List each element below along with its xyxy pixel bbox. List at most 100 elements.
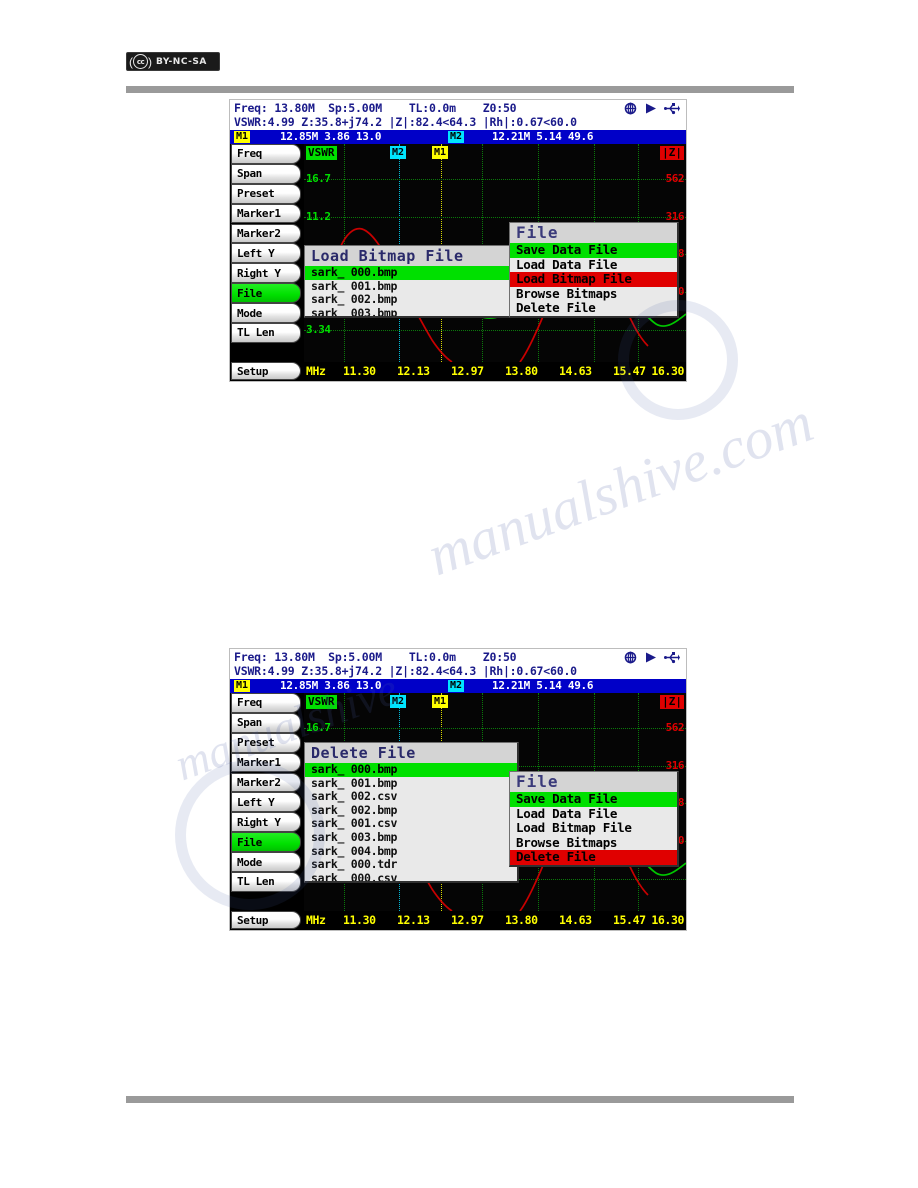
status-icon-group	[624, 651, 680, 664]
softkey-mode[interactable]: Mode	[231, 852, 301, 872]
creative-commons-badge: ( cc ) BY-NC-SA	[126, 52, 220, 71]
file-list-item[interactable]: sark_ 003.bmp	[305, 830, 517, 845]
softkey-left-y[interactable]: Left Y	[231, 243, 301, 264]
divider-top	[126, 86, 794, 93]
menu-item-delete-all[interactable]: Delete All	[510, 315, 677, 316]
softkey-span[interactable]: Span	[231, 712, 301, 733]
freq-tick-4: 14.63	[559, 364, 592, 378]
status-line-impedance: VSWR:4.99 Z:35.8+j74.2 |Z|:82.4<64.3 |Rh…	[234, 664, 577, 678]
softkey-freq[interactable]: Freq	[231, 693, 301, 713]
file-list-item[interactable]: sark_ 000.tdr	[305, 858, 517, 872]
right-axis-unit: |Z|	[660, 695, 684, 709]
frequency-axis: MHz 11.30 12.13 12.97 13.80 14.63 15.47 …	[304, 362, 686, 381]
menu-item-browse-bitmaps[interactable]: Browse Bitmaps	[510, 286, 677, 301]
softkey-left-y[interactable]: Left Y	[231, 792, 301, 813]
marker2-tag: M2	[448, 680, 465, 692]
delete-file-dialog[interactable]: Delete File sark_ 000.bmp sark_ 001.bmp …	[304, 742, 519, 883]
file-list-item[interactable]: sark_ 000.csv	[305, 871, 517, 881]
file-list-item[interactable]: sark_ 003.bmp	[305, 306, 517, 316]
left-tick-4: 3.34	[306, 323, 331, 336]
softkey-column: Freq Span Preset Marker1 Marker2 Left Y …	[230, 144, 303, 362]
file-list-item[interactable]: sark_ 002.csv	[305, 790, 517, 804]
menu-item-browse-bitmaps[interactable]: Browse Bitmaps	[510, 835, 677, 850]
softkey-column: Freq Span Preset Marker1 Marker2 Left Y …	[230, 693, 303, 911]
marker2-values: 12.21M 5.14 49.6	[492, 679, 594, 692]
menu-item-save-data-file[interactable]: Save Data File	[510, 242, 677, 258]
softkey-marker2[interactable]: Marker2	[231, 223, 301, 244]
softkey-marker2[interactable]: Marker2	[231, 772, 301, 793]
globe-icon	[624, 651, 637, 664]
freq-tick-2: 12.97	[451, 364, 484, 378]
left-axis-unit: VSWR	[306, 146, 337, 160]
softkey-file[interactable]: File	[231, 283, 301, 304]
plot-marker2-flag[interactable]: M2	[390, 695, 407, 708]
marker1-tag: M1	[234, 680, 251, 692]
load-bitmap-dialog[interactable]: Load Bitmap File sark_ 000.bmp sark_ 001…	[304, 245, 519, 318]
menu-item-load-data-file[interactable]: Load Data File	[510, 257, 677, 272]
softkey-preset[interactable]: Preset	[231, 732, 301, 753]
status-line-impedance: VSWR:4.99 Z:35.8+j74.2 |Z|:82.4<64.3 |Rh…	[234, 115, 577, 129]
marker1-values: 12.85M 3.86 13.0	[280, 679, 382, 692]
menu-item-load-bitmap-file[interactable]: Load Bitmap File	[510, 820, 677, 836]
softkey-setup[interactable]: Setup	[231, 362, 301, 380]
play-icon	[646, 103, 656, 114]
usb-icon	[664, 103, 680, 115]
softkey-freq[interactable]: Freq	[231, 144, 301, 164]
plot-marker2-flag[interactable]: M2	[390, 146, 407, 159]
file-list-item[interactable]: sark_ 002.bmp	[305, 293, 517, 307]
freq-tick-5: 15.47	[613, 913, 646, 927]
menu-item-save-data-file[interactable]: Save Data File	[510, 791, 677, 807]
delete-file-list[interactable]: sark_ 000.bmp sark_ 001.bmp sark_ 002.cs…	[305, 762, 517, 881]
delete-file-dialog-title: Delete File	[305, 743, 517, 763]
file-list-item[interactable]: sark_ 000.bmp	[305, 265, 517, 280]
file-list-item[interactable]: sark_ 001.bmp	[305, 279, 517, 294]
softkey-tl-len[interactable]: TL Len	[231, 872, 301, 892]
marker1-values: 12.85M 3.86 13.0	[280, 130, 382, 143]
file-menu[interactable]: File Save Data File Load Data File Load …	[509, 771, 679, 867]
file-menu-title: File	[510, 223, 677, 243]
softkey-file[interactable]: File	[231, 832, 301, 853]
right-tick-0: 562	[665, 721, 685, 734]
status-header: Freq: 13.80M Sp:5.00M TL:0.0m Z0:50 VSWR…	[230, 649, 686, 679]
usb-icon	[664, 652, 680, 664]
softkey-tl-len[interactable]: TL Len	[231, 323, 301, 343]
status-header: Freq: 13.80M Sp:5.00M TL:0.0m Z0:50 VSWR…	[230, 100, 686, 130]
softkey-mode[interactable]: Mode	[231, 303, 301, 323]
freq-tick-1: 12.13	[397, 364, 430, 378]
analyzer-screenshot-delete-file: Freq: 13.80M Sp:5.00M TL:0.0m Z0:50 VSWR…	[229, 648, 687, 931]
status-icon-group	[624, 102, 680, 115]
file-list-item[interactable]: sark_ 004.bmp	[305, 844, 517, 859]
softkey-preset[interactable]: Preset	[231, 183, 301, 204]
file-list-item[interactable]: sark_ 000.bmp	[305, 762, 517, 777]
left-tick-0: 16.7	[306, 172, 331, 185]
freq-tick-0: 11.30	[343, 364, 376, 378]
softkey-marker1[interactable]: Marker1	[231, 203, 301, 224]
softkey-right-y[interactable]: Right Y	[231, 812, 301, 833]
left-tick-1: 11.2	[306, 210, 331, 223]
cc-license-label: BY-NC-SA	[156, 56, 207, 67]
plot-marker1-flag[interactable]: M1	[432, 146, 449, 159]
left-axis-unit: VSWR	[306, 695, 337, 709]
menu-item-delete-file[interactable]: Delete File	[510, 849, 677, 865]
file-list-item[interactable]: sark_ 001.bmp	[305, 776, 517, 791]
menu-item-delete-all[interactable]: Delete All	[510, 864, 677, 865]
menu-item-delete-file[interactable]: Delete File	[510, 300, 677, 316]
softkey-marker1[interactable]: Marker1	[231, 752, 301, 773]
softkey-span[interactable]: Span	[231, 163, 301, 184]
file-menu-title: File	[510, 772, 677, 792]
freq-tick-2: 12.97	[451, 913, 484, 927]
globe-icon	[624, 102, 637, 115]
softkey-setup[interactable]: Setup	[231, 911, 301, 929]
freq-tick-0: 11.30	[343, 913, 376, 927]
load-bitmap-file-list[interactable]: sark_ 000.bmp sark_ 001.bmp sark_ 002.bm…	[305, 265, 517, 316]
plot-marker1-flag[interactable]: M1	[432, 695, 449, 708]
marker-readout-bar: M1 12.85M 3.86 13.0 M2 12.21M 5.14 49.6	[230, 679, 686, 693]
freq-axis-unit: MHz	[306, 913, 326, 927]
menu-item-load-bitmap-file[interactable]: Load Bitmap File	[510, 271, 677, 287]
file-list-item[interactable]: sark_ 002.bmp	[305, 803, 517, 818]
softkey-right-y[interactable]: Right Y	[231, 263, 301, 284]
menu-item-load-data-file[interactable]: Load Data File	[510, 806, 677, 821]
file-menu[interactable]: File Save Data File Load Data File Load …	[509, 222, 679, 318]
freq-axis-unit: MHz	[306, 364, 326, 378]
file-list-item[interactable]: sark_ 001.csv	[305, 817, 517, 831]
